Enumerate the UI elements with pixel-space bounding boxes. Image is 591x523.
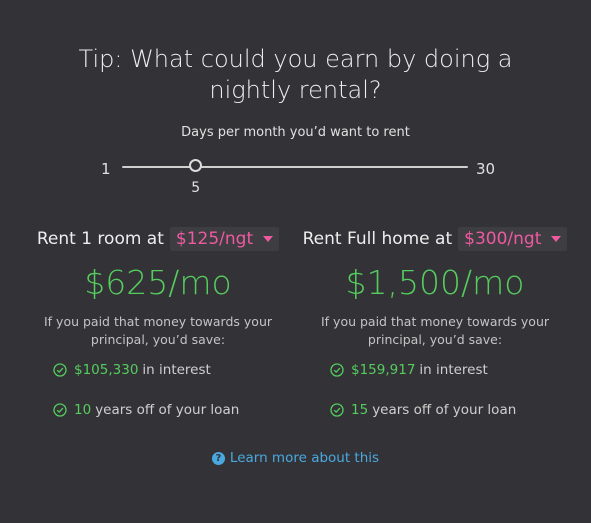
monthly-earnings: $625/mo <box>84 263 232 302</box>
slider-value: 5 <box>191 180 201 196</box>
question-circle-icon: ? <box>211 451 225 465</box>
rent-row: Rent 1 room at $125/ngt <box>23 225 293 253</box>
check-circle-icon <box>53 403 67 417</box>
interest-value: $105,330 <box>74 362 139 378</box>
home-price-value: $300/ngt <box>464 229 542 249</box>
days-slider-thumb[interactable] <box>189 159 203 172</box>
years-savings: 15 years off of your loan <box>330 402 570 418</box>
home-price-dropdown[interactable]: $300/ngt <box>458 227 568 251</box>
caret-down-icon <box>263 236 274 242</box>
check-circle-icon <box>53 363 67 377</box>
interest-suffix: in interest <box>142 362 211 378</box>
interest-suffix: in interest <box>419 362 488 378</box>
full-home-rental-option: Rent Full home at $300/ngt $1,500/mo If … <box>300 225 570 418</box>
savings-explanation: If you paid that money towards your prin… <box>43 314 273 347</box>
slider-label: Days per month you’d want to rent <box>181 125 410 140</box>
savings-explanation: If you paid that money towards your prin… <box>320 314 550 347</box>
years-suffix: years off of your loan <box>372 402 517 418</box>
room-price-value: $125/ngt <box>175 229 254 249</box>
learn-more-link[interactable]: ? Learn more about this <box>0 450 591 466</box>
interest-value: $159,917 <box>351 362 416 378</box>
interest-savings: $105,330 in interest <box>53 362 293 378</box>
page-title: Tip: What could you earn by doing a nigh… <box>78 45 513 104</box>
rent-label: Rent Full home at <box>302 229 453 249</box>
caret-down-icon <box>551 236 562 242</box>
monthly-earnings: $1,500/mo <box>345 263 525 302</box>
days-slider-track[interactable] <box>122 166 468 168</box>
slider-min-label: 1 <box>101 160 111 178</box>
check-circle-icon <box>330 363 344 377</box>
learn-more-label: Learn more about this <box>229 450 380 466</box>
room-price-dropdown[interactable]: $125/ngt <box>169 227 280 251</box>
years-value: 15 <box>351 402 369 418</box>
rent-row: Rent Full home at $300/ngt <box>300 225 570 253</box>
rent-label: Rent 1 room at <box>36 229 164 249</box>
room-rental-option: Rent 1 room at $125/ngt $625/mo If you p… <box>23 225 293 418</box>
years-savings: 10 years off of your loan <box>53 402 293 418</box>
years-value: 10 <box>74 402 92 418</box>
interest-savings: $159,917 in interest <box>330 362 570 378</box>
check-circle-icon <box>330 403 344 417</box>
slider-max-label: 30 <box>476 160 496 178</box>
years-suffix: years off of your loan <box>95 402 240 418</box>
